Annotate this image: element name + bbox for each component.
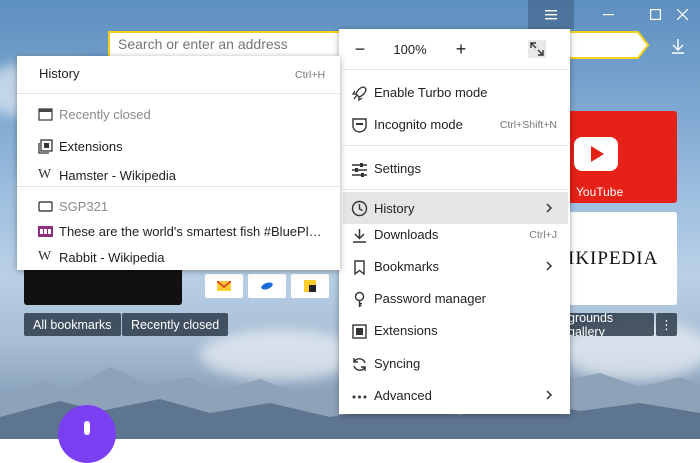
- wikipedia-tile[interactable]: IKIPEDIA: [562, 212, 677, 305]
- history-group-label: SGP321: [59, 199, 109, 214]
- all-bookmarks-button[interactable]: All bookmarks: [24, 313, 121, 336]
- recently-closed-label: Recently closed: [59, 107, 151, 122]
- bookmark-icon: [354, 260, 365, 276]
- wikipedia-tile-label: IKIPEDIA: [568, 248, 659, 269]
- menu-item-label: Extensions: [374, 323, 438, 338]
- fullscreen-button[interactable]: [528, 40, 546, 58]
- menu-item-advanced[interactable]: Advanced: [343, 381, 568, 411]
- menu-item-label: History: [374, 201, 415, 216]
- clock-icon: [351, 200, 368, 217]
- dark-tile[interactable]: [24, 268, 182, 305]
- download-icon: [353, 229, 366, 243]
- sync-icon: [353, 358, 366, 371]
- browser-menu-button[interactable]: [528, 0, 574, 29]
- maximize-icon: [649, 9, 661, 20]
- menu-item-shortcut: Ctrl+Shift+N: [499, 119, 557, 131]
- incognito-icon: [352, 118, 367, 133]
- history-item-label: Hamster - Wikipedia: [59, 168, 177, 183]
- notes-mini-tile[interactable]: [291, 274, 329, 298]
- minimize-icon: [602, 13, 614, 15]
- menu-item-bookmarks[interactable]: Bookmarks: [343, 252, 568, 282]
- notes-icon: [304, 280, 316, 292]
- rocket-icon: [351, 86, 367, 102]
- wikipedia-w-icon: W: [38, 249, 52, 264]
- minimize-button[interactable]: [585, 0, 631, 29]
- menu-item-settings[interactable]: Settings: [343, 154, 568, 184]
- history-open-item[interactable]: History Ctrl+H: [17, 56, 340, 92]
- close-window-button[interactable]: [664, 0, 700, 29]
- microphone-icon: [84, 421, 90, 435]
- menu-item-incognito[interactable]: Incognito mode Ctrl+Shift+N: [343, 110, 568, 140]
- hamburger-icon: [545, 9, 557, 19]
- chevron-right-icon: [546, 261, 553, 271]
- history-submenu-title: History: [39, 66, 80, 81]
- zoom-in-button[interactable]: +: [451, 39, 471, 59]
- cloud-disk-icon: [261, 282, 273, 290]
- youtube-tile[interactable]: YouTube: [562, 111, 677, 203]
- history-group-sgp321[interactable]: SGP321: [17, 195, 340, 219]
- menu-item-syncing[interactable]: Syncing: [343, 349, 568, 379]
- menu-item-downloads[interactable]: Downloads Ctrl+J: [343, 220, 568, 250]
- settings-sliders-icon: [352, 163, 367, 177]
- main-menu: − 100% + Enable Turbo mode Incognito mod…: [339, 29, 570, 414]
- close-icon: [676, 9, 688, 20]
- chevron-right-icon: [546, 390, 553, 400]
- menu-item-label: Downloads: [374, 227, 439, 242]
- recently-closed-header: Recently closed: [17, 103, 340, 127]
- voice-assistant-button[interactable]: [58, 405, 116, 463]
- history-shortcut: Ctrl+H: [295, 69, 326, 81]
- key-icon: [354, 291, 365, 307]
- more-options-button[interactable]: ⋮: [656, 313, 677, 336]
- history-item-hamster[interactable]: W Hamster - Wikipedia: [17, 164, 340, 188]
- backgrounds-gallery-button[interactable]: grounds gallery: [562, 313, 654, 336]
- history-submenu: History Ctrl+H Recently closed Extension…: [17, 56, 340, 270]
- history-item-label: Rabbit - Wikipedia: [59, 250, 165, 265]
- history-item-label: These are the world's smartest fish #Blu…: [59, 224, 327, 239]
- mini-tiles: [203, 274, 339, 298]
- zoom-out-button[interactable]: −: [350, 39, 370, 59]
- history-item-rabbit[interactable]: W Rabbit - Wikipedia: [17, 246, 340, 270]
- more-dots-icon: [352, 395, 367, 399]
- history-item-fish[interactable]: These are the world's smartest fish #Blu…: [17, 220, 340, 244]
- downloads-toolbar-icon[interactable]: [668, 36, 688, 56]
- menu-item-password-manager[interactable]: Password manager: [343, 284, 568, 314]
- menu-item-label: Advanced: [374, 388, 432, 403]
- chevron-right-icon: [546, 203, 553, 213]
- mail-icon: [217, 281, 231, 291]
- bbc-favicon-icon: [38, 226, 53, 237]
- menu-item-turbo[interactable]: Enable Turbo mode: [343, 78, 568, 108]
- history-item-label: Extensions: [59, 139, 123, 154]
- menu-item-label: Enable Turbo mode: [374, 85, 488, 100]
- menu-item-label: Bookmarks: [374, 259, 440, 274]
- history-item-extensions[interactable]: Extensions: [17, 135, 340, 159]
- zoom-row: − 100% +: [339, 29, 570, 69]
- device-icon: [38, 201, 53, 212]
- menu-item-label: Syncing: [374, 356, 421, 371]
- window-icon: [38, 108, 53, 121]
- wikipedia-w-icon: W: [38, 167, 52, 182]
- youtube-tile-label: YouTube: [576, 185, 624, 199]
- menu-item-extensions[interactable]: Extensions: [343, 316, 568, 346]
- disk-mini-tile[interactable]: [248, 274, 286, 298]
- menu-item-label: Password manager: [374, 291, 486, 306]
- youtube-logo-icon: [574, 137, 618, 171]
- extensions-page-icon: [38, 139, 53, 154]
- extensions-icon: [352, 324, 367, 339]
- recently-closed-button[interactable]: Recently closed: [122, 313, 229, 336]
- address-bar-arrow: [630, 31, 650, 59]
- mail-mini-tile[interactable]: [205, 274, 243, 298]
- menu-item-label: Incognito mode: [374, 117, 463, 132]
- fullscreen-icon: [530, 42, 544, 56]
- zoom-level: 100%: [393, 42, 427, 57]
- menu-item-label: Settings: [374, 161, 421, 176]
- menu-item-shortcut: Ctrl+J: [529, 229, 557, 241]
